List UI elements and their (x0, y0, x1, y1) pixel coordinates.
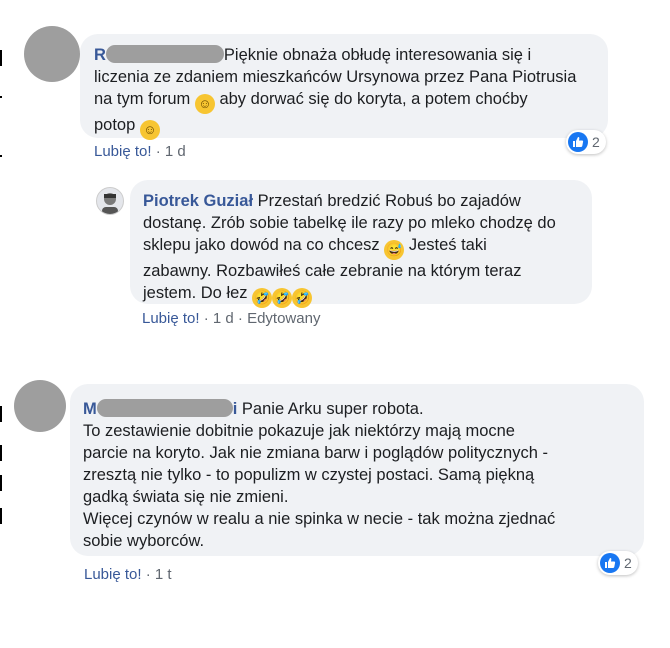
comment-bubble: R Pięknie obnaża obłudę interesowania się… (80, 34, 608, 140)
author-name[interactable]: Piotrek Guział (143, 192, 253, 210)
smile-emoji-icon: ☺ (194, 94, 215, 114)
comment-actions: Lubię to! · 1 d (94, 143, 186, 160)
edge-mark (0, 155, 2, 157)
comment-time: · 1 d (155, 143, 186, 160)
comment-text: R Pięknie obnaża obłudę interesowania się… (94, 44, 604, 140)
comment-actions: Lubię to! · 1 t (84, 566, 172, 583)
smile-emoji-icon: ☺ (139, 120, 160, 140)
rofl-emoji-icon: 🤣 (292, 288, 313, 308)
edge-mark (0, 50, 2, 66)
redacted-name (105, 45, 224, 63)
like-thumb-icon (600, 553, 620, 573)
comment-text: Piotrek Guział Przestań bredzić Robuś bo… (143, 190, 589, 308)
like-thumb-icon (568, 132, 588, 152)
avatar[interactable] (14, 380, 66, 432)
avatar[interactable] (24, 26, 80, 82)
redacted-name (96, 399, 233, 417)
laugh-sweat-emoji-icon: 😅 (384, 240, 405, 260)
edge-mark (0, 475, 2, 491)
person-photo-icon (102, 193, 118, 214)
comment-bubble: Piotrek Guział Przestań bredzić Robuś bo… (130, 180, 592, 308)
like-link[interactable]: Lubię to! (142, 310, 200, 327)
reaction-count[interactable]: 2 (566, 130, 606, 154)
edge-mark (0, 508, 2, 524)
like-link[interactable]: Lubię to! (84, 566, 142, 583)
rofl-emoji-icon: 🤣 (252, 288, 273, 308)
author-name[interactable]: M (83, 400, 97, 418)
comment-actions: Lubię to! · 1 d · Edytowany (142, 310, 320, 327)
comment-bubble: Mi Panie Arku super robota. To zestawien… (70, 384, 644, 556)
comment-text: Mi Panie Arku super robota. To zestawien… (83, 399, 556, 550)
comment-time: · 1 t (145, 566, 172, 583)
edge-mark (0, 406, 2, 422)
reaction-count[interactable]: 2 (598, 551, 638, 575)
author-name[interactable]: R (94, 46, 106, 64)
rofl-emoji-icon: 🤣 (272, 288, 293, 308)
like-link[interactable]: Lubię to! (94, 143, 152, 160)
edge-mark (0, 445, 2, 461)
edge-mark (0, 96, 2, 98)
comment-time: · 1 d · Edytowany (203, 310, 321, 327)
avatar[interactable] (96, 187, 124, 215)
